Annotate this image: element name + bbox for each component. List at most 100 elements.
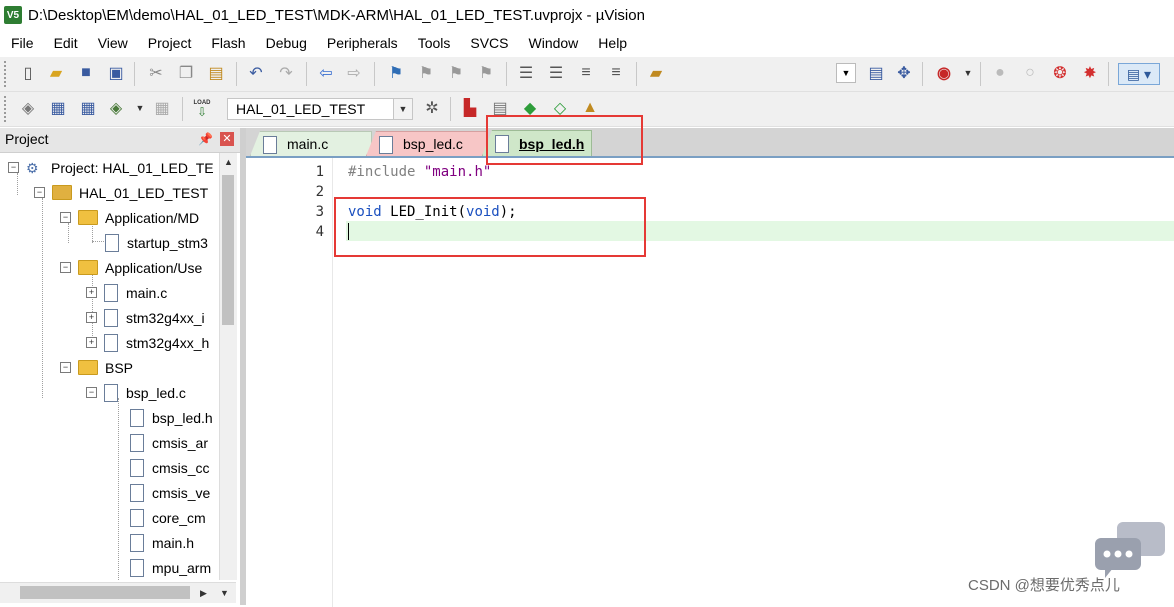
copy-icon[interactable]: ❐	[176, 63, 196, 83]
tree-item[interactable]: mpu_arm	[130, 555, 211, 580]
disable-breakpoints-icon[interactable]: ❂	[1050, 63, 1070, 83]
menu-peripherals[interactable]: Peripherals	[316, 30, 407, 56]
tree-item[interactable]: − ⚙ Project: HAL_01_LED_TE	[8, 155, 214, 180]
cut-icon[interactable]: ✂	[146, 63, 166, 83]
translate-icon[interactable]: ◈	[18, 98, 38, 118]
options-for-target-icon[interactable]: ✲	[422, 98, 442, 118]
expand-icon[interactable]: +	[86, 287, 97, 298]
tree-item[interactable]: main.h	[130, 530, 194, 555]
scroll-up-icon[interactable]: ▲	[220, 153, 237, 171]
collapse-icon[interactable]: −	[60, 362, 71, 373]
menu-project[interactable]: Project	[137, 30, 201, 56]
tree-item[interactable]: cmsis_cc	[130, 455, 210, 480]
save-all-icon[interactable]: ▣	[106, 63, 126, 83]
debug-session-icon[interactable]: ◉	[934, 63, 954, 83]
scroll-thumb[interactable]	[20, 586, 190, 599]
menu-debug[interactable]: Debug	[255, 30, 316, 56]
pin-icon[interactable]: 📌	[198, 132, 213, 146]
save-icon[interactable]: ■	[76, 63, 96, 83]
collapse-icon[interactable]: −	[34, 187, 45, 198]
enable-breakpoint-icon[interactable]: ○	[1020, 63, 1040, 83]
file-icon	[130, 483, 144, 502]
menu-tools[interactable]: Tools	[407, 30, 460, 56]
project-vertical-scrollbar[interactable]: ▲	[219, 153, 237, 580]
tree-item[interactable]: bsp_led.h	[130, 405, 213, 430]
collapse-icon[interactable]: −	[8, 162, 19, 173]
paste-icon[interactable]: ▤	[206, 63, 226, 83]
batch-build-icon[interactable]: ◈	[106, 98, 126, 118]
tree-item-label: stm32g4xx_i	[126, 309, 205, 326]
tab-bsp-led-c[interactable]: bsp_led.c	[366, 131, 488, 156]
expand-icon[interactable]: +	[86, 337, 97, 348]
new-file-icon[interactable]: ▯	[18, 63, 38, 83]
prev-bookmark-icon[interactable]: ⚑	[416, 63, 436, 83]
clear-bookmarks-icon[interactable]: ⚑	[476, 63, 496, 83]
tree-item[interactable]: − Application/Use	[60, 255, 202, 280]
stop-build-icon[interactable]: ▦	[152, 98, 172, 118]
indent-icon[interactable]: ☰	[516, 63, 536, 83]
insert-breakpoint-icon[interactable]: ●	[990, 63, 1010, 83]
comment-icon[interactable]: ≡	[576, 63, 596, 83]
tree-item[interactable]: − HAL_01_LED_TEST	[34, 180, 208, 205]
menu-edit[interactable]: Edit	[43, 30, 87, 56]
redo-icon[interactable]: ↷	[276, 63, 296, 83]
manage-project-items-icon[interactable]: ▙	[460, 98, 480, 118]
file-icon	[104, 308, 118, 327]
toolbar-grip[interactable]	[4, 96, 9, 122]
collapse-icon[interactable]: −	[60, 262, 71, 273]
tree-item[interactable]: − Application/MD	[60, 205, 199, 230]
menu-svcs[interactable]: SVCS	[459, 30, 517, 56]
toolbar-grip[interactable]	[4, 61, 9, 87]
highlight-box-code	[334, 197, 646, 257]
tree-item[interactable]: cmsis_ar	[130, 430, 208, 455]
window-layout-icon[interactable]: ▤ ▾	[1118, 63, 1160, 85]
menu-view[interactable]: View	[87, 30, 137, 56]
menu-file[interactable]: File	[0, 30, 43, 56]
scroll-right-icon[interactable]: ▶	[195, 584, 212, 602]
tree-item[interactable]: core_cm	[130, 505, 206, 530]
menu-window[interactable]: Window	[518, 30, 588, 56]
tree-item[interactable]: − bsp_led.c	[86, 380, 186, 405]
kill-breakpoints-icon[interactable]: ✸	[1080, 63, 1100, 83]
target-select[interactable]: HAL_01_LED_TEST ▼	[227, 98, 413, 120]
rebuild-icon[interactable]: ▦	[78, 98, 98, 118]
navigate-forward-icon[interactable]: ⇨	[344, 63, 364, 83]
tree-item[interactable]: startup_stm3	[105, 230, 208, 255]
tree-item[interactable]: + main.c	[86, 280, 167, 305]
uncomment-icon[interactable]: ≡	[606, 63, 626, 83]
tree-item[interactable]: cmsis_ve	[130, 480, 210, 505]
tree-item[interactable]: + stm32g4xx_i	[86, 305, 205, 330]
line-number: 3	[315, 204, 324, 220]
debug-dropdown-arrow-icon[interactable]: ▼	[958, 63, 978, 83]
collapse-icon[interactable]: −	[60, 212, 71, 223]
undo-icon[interactable]: ↶	[246, 63, 266, 83]
expand-icon[interactable]: +	[86, 312, 97, 323]
download-icon[interactable]: LOAD ⇩	[192, 98, 212, 118]
find-in-files-icon[interactable]: ▰	[646, 63, 666, 83]
project-horizontal-scrollbar[interactable]: ▶ ▼	[0, 582, 236, 603]
tab-main-c[interactable]: main.c	[250, 131, 372, 156]
navigate-back-icon[interactable]: ⇦	[316, 63, 336, 83]
unindent-icon[interactable]: ☰	[546, 63, 566, 83]
find-icon[interactable]: ▤	[866, 63, 886, 83]
tree-item[interactable]: + stm32g4xx_h	[86, 330, 209, 355]
file-icon	[104, 283, 118, 302]
tree-item-label: bsp_led.c	[126, 384, 186, 401]
menu-help[interactable]: Help	[587, 30, 636, 56]
collapse-icon[interactable]: −	[86, 387, 97, 398]
target-folder-icon	[52, 185, 72, 200]
string-literal: "main.h"	[423, 164, 492, 180]
open-file-icon[interactable]: ▰	[46, 63, 66, 83]
batch-build-dropdown-icon[interactable]: ▼	[130, 98, 150, 118]
close-icon[interactable]: ✕	[220, 132, 234, 146]
menu-flash[interactable]: Flash	[200, 30, 254, 56]
build-icon[interactable]: ▦	[48, 98, 68, 118]
tree-item[interactable]: − BSP	[60, 355, 133, 380]
scroll-thumb[interactable]	[222, 175, 234, 325]
file-icon	[130, 558, 144, 577]
next-bookmark-icon[interactable]: ⚑	[446, 63, 466, 83]
find-dropdown-arrow-icon[interactable]: ▼	[836, 63, 856, 83]
incremental-find-icon[interactable]: ✥	[894, 63, 914, 83]
bookmark-icon[interactable]: ⚑	[386, 63, 406, 83]
scroll-down-icon[interactable]: ▼	[216, 584, 233, 602]
